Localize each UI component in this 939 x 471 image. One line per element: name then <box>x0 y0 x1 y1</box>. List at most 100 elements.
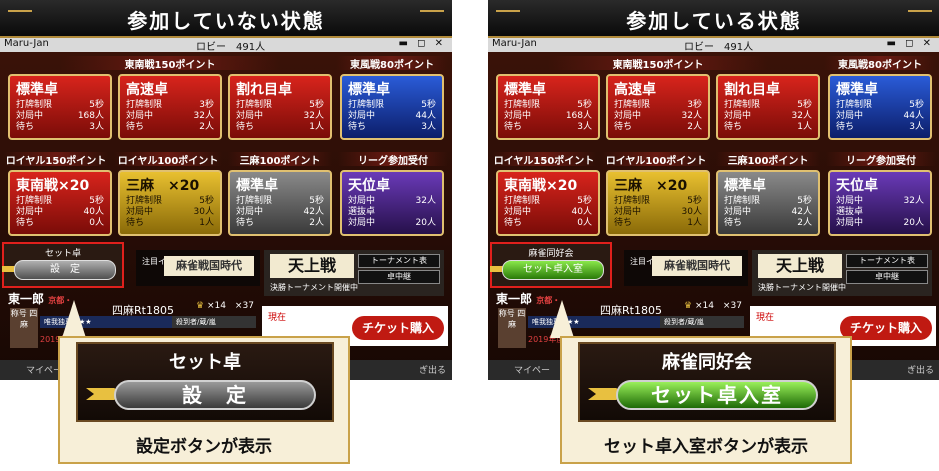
window-titlebar: Maru-Jan ロビー 491人 ▬ ◻ ✕ <box>488 38 939 53</box>
table-card[interactable]: 三麻 ×20 打牌制限 5秒 対局中 30人 待ち 1人 <box>606 170 710 236</box>
table-card[interactable]: 標準卓 打牌制限 5秒 対局中 168人 待ち 3人 <box>496 74 600 140</box>
trophy-counts: ×14 ×37 <box>694 301 742 311</box>
ticket-now: 現在 <box>268 313 287 323</box>
zoom-callout-right: 麻雀同好会 セット卓入室 セット卓入室ボタンが表示 <box>560 336 852 464</box>
card-label: 対局中 <box>504 111 532 121</box>
card-value: 5秒 <box>909 100 924 110</box>
buy-ticket-button[interactable]: チケット購入 <box>840 316 932 340</box>
card-label: 打牌制限 <box>236 100 273 110</box>
league-card[interactable]: 天位卓 対局中 32人 選抜卓 対局中 20人 <box>340 170 444 236</box>
table-card[interactable]: 東南戦×20 打牌制限 5秒 対局中 40人 待ち 0人 <box>496 170 600 236</box>
window-controls[interactable]: ▬ ◻ ✕ <box>399 38 447 49</box>
state-banner: 参加している状態 <box>488 0 939 38</box>
card-label: 待ち <box>16 122 35 132</box>
card-value: 168人 <box>77 111 104 121</box>
section-royal100: ロイヤル100ポイント <box>602 152 710 167</box>
table-card[interactable]: 三麻 ×20 打牌制限 5秒 対局中 30人 待ち 1人 <box>118 170 222 236</box>
section-royal150: ロイヤル150ポイント <box>4 152 108 167</box>
club-label: 麻雀同好会 <box>528 249 574 259</box>
card-value: 1人 <box>687 218 702 228</box>
card-label: 打牌制限 <box>836 100 873 110</box>
card-label: 打牌制限 <box>614 100 651 110</box>
featured-event[interactable]: 注目イベント 麻雀戦国時代 <box>136 250 260 286</box>
table-card[interactable]: 標準卓 打牌制限 5秒 対局中 42人 待ち 2人 <box>228 170 332 236</box>
card-label: 打牌制限 <box>348 100 385 110</box>
table-card[interactable]: 標準卓 打牌制限 5秒 対局中 168人 待ち 3人 <box>8 74 112 140</box>
buy-ticket-button[interactable]: チケット購入 <box>352 316 444 340</box>
zoom-inner: 麻雀同好会 セット卓入室 <box>578 342 836 422</box>
card-value: 5秒 <box>309 196 324 206</box>
set-table-box: 麻雀同好会 セット卓入室 <box>490 242 612 288</box>
mypage-link[interactable]: マイペー <box>514 363 550 376</box>
exit-link[interactable]: ぎ出る <box>907 363 934 376</box>
card-label: 打牌制限 <box>126 196 163 206</box>
card-label: 待ち <box>614 122 633 132</box>
card-value: 168人 <box>565 111 592 121</box>
card-label: 対局中 <box>614 207 642 217</box>
section-tonpu: 東風戦80ポイント <box>824 56 936 71</box>
card-label: 待ち <box>614 218 633 228</box>
card-label: 待ち <box>504 122 523 132</box>
app-title: Maru-Jan <box>492 38 537 49</box>
zoom-callout-left: セット卓 設 定 設定ボタンが表示 <box>58 336 350 464</box>
card-value: 0人 <box>89 218 104 228</box>
featured-event[interactable]: 注目イベント 麻雀戦国時代 <box>624 250 748 286</box>
card-label: 対局中 <box>16 207 44 217</box>
card-label: 待ち <box>836 122 855 132</box>
tournament-button[interactable]: トーナメント表 <box>846 254 928 268</box>
tenjo-panel: 天上戦 トーナメント表 卓中継 決勝トーナメント開催中 <box>264 250 444 296</box>
card-title: 割れ目卓 <box>236 82 292 98</box>
table-card[interactable]: 標準卓 打牌制限 5秒 対局中 42人 待ち 2人 <box>716 170 820 236</box>
mypage-link[interactable]: マイペー <box>26 363 62 376</box>
card-value: 3人 <box>89 122 104 132</box>
card-label: 待ち <box>504 218 523 228</box>
relay-button[interactable]: 卓中継 <box>358 270 440 284</box>
card-label: 待ち <box>126 122 145 132</box>
set-table-box: セット卓 設 定 <box>2 242 124 288</box>
card-title: 東南戦×20 <box>16 178 90 194</box>
card-label: 選抜卓 <box>836 207 864 217</box>
window-controls[interactable]: ▬ ◻ ✕ <box>887 38 935 49</box>
card-value: 1人 <box>797 122 812 132</box>
card-value: 5秒 <box>797 100 812 110</box>
section-league: リーグ参加受付 <box>826 152 936 167</box>
table-card[interactable]: 割れ目卓 打牌制限 5秒 対局中 32人 待ち 1人 <box>716 74 820 140</box>
table-card[interactable]: 標準卓 打牌制限 5秒 対局中 44人 待ち 3人 <box>340 74 444 140</box>
callout-pointer-left <box>62 300 86 338</box>
player-name-text: 東一郎 <box>496 292 533 306</box>
card-value: 40人 <box>571 207 592 217</box>
table-card[interactable]: 割れ目卓 打牌制限 5秒 対局中 32人 待ち 1人 <box>228 74 332 140</box>
state-banner: 参加していない状態 <box>0 0 452 38</box>
card-value: 0人 <box>577 218 592 228</box>
card-label: 対局中 <box>16 111 44 121</box>
section-tonan: 東南戦150ポイント <box>548 56 768 71</box>
table-card[interactable]: 東南戦×20 打牌制限 5秒 対局中 40人 待ち 0人 <box>8 170 112 236</box>
exit-link[interactable]: ぎ出る <box>419 363 446 376</box>
lobby-count: ロビー 491人 <box>196 42 266 53</box>
card-value: 1人 <box>309 122 324 132</box>
card-value: 5秒 <box>577 196 592 206</box>
card-title: 天位卓 <box>348 178 390 194</box>
enter-set-table-button[interactable]: セット卓入室 <box>502 260 604 280</box>
section-royal150: ロイヤル150ポイント <box>492 152 596 167</box>
card-label: 対局中 <box>836 196 864 206</box>
event-name: 麻雀戦国時代 <box>652 256 742 276</box>
section-sanma: 三麻100ポイント <box>228 152 332 167</box>
section-tonpu: 東風戦80ポイント <box>336 56 448 71</box>
card-title: 天位卓 <box>836 178 878 194</box>
tenjo-title[interactable]: 天上戦 <box>270 254 354 278</box>
tenjo-note: 決勝トーナメント開催中 <box>758 283 846 292</box>
table-card[interactable]: 標準卓 打牌制限 5秒 対局中 44人 待ち 3人 <box>828 74 932 140</box>
zoom-inner: セット卓 設 定 <box>76 342 334 422</box>
tenjo-title[interactable]: 天上戦 <box>758 254 842 278</box>
table-card[interactable]: 高速卓 打牌制限 3秒 対局中 32人 待ち 2人 <box>606 74 710 140</box>
relay-button[interactable]: 卓中継 <box>846 270 928 284</box>
banner-title: 参加していない状態 <box>127 9 325 33</box>
tournament-button[interactable]: トーナメント表 <box>358 254 440 268</box>
settings-button[interactable]: 設 定 <box>14 260 116 280</box>
league-card[interactable]: 天位卓 対局中 32人 選抜卓 対局中 20人 <box>828 170 932 236</box>
card-value: 2人 <box>309 218 324 228</box>
table-card[interactable]: 高速卓 打牌制限 3秒 対局中 32人 待ち 2人 <box>118 74 222 140</box>
section-royal100: ロイヤル100ポイント <box>114 152 222 167</box>
title-medal: 称号 四麻 <box>498 308 526 348</box>
